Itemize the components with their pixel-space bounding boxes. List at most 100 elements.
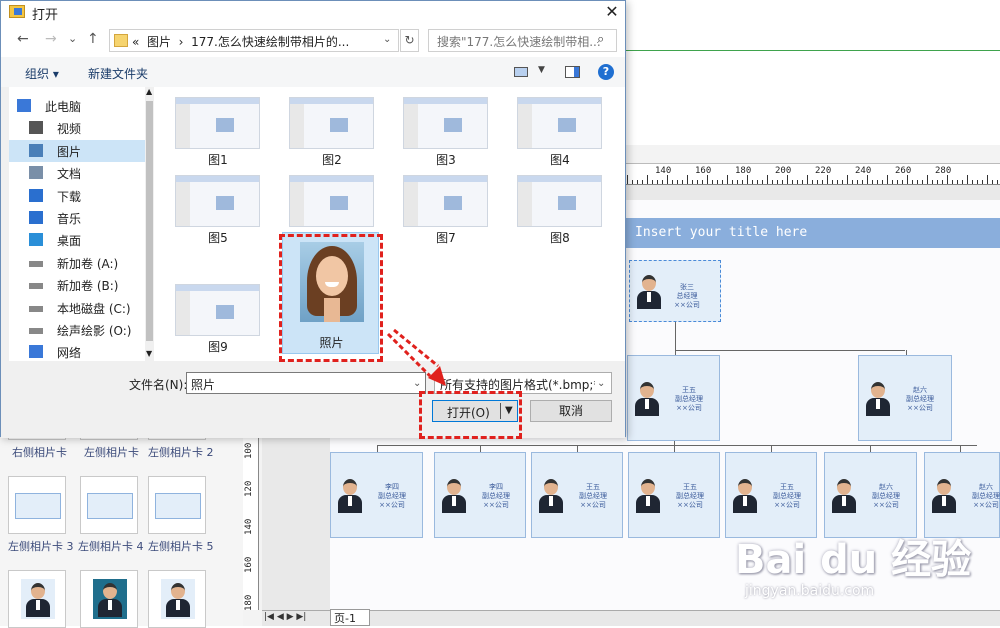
up-arrow-icon[interactable]: ↑ [87,31,99,47]
shape-thumbnail[interactable] [80,476,138,534]
nav-item[interactable]: 图片 [9,139,145,162]
preview-pane-icon[interactable] [565,66,580,78]
music-icon [29,211,43,224]
file-thumbnail [175,97,260,149]
file-name-label: 图9 [208,340,228,354]
ruler-tick [922,180,923,184]
breadcrumb-separator[interactable]: › [179,35,184,49]
recent-dropdown-icon[interactable]: ⌄ [68,32,77,45]
nav-item[interactable]: 下载 [9,185,145,207]
breadcrumb-prefix[interactable]: « [132,35,139,49]
card-text: 李四 副总经理 ××公司 [367,483,417,510]
drive-icon [29,305,43,312]
org-card[interactable]: 赵六 副总经理 ××公司 [824,452,917,538]
ruler-label: 160 [695,166,712,176]
org-card[interactable]: 王五 副总经理 ××公司 [531,452,623,538]
shape-thumbnail[interactable] [80,570,138,628]
filetype-dropdown-icon[interactable]: ⌄ [597,378,752,389]
view-dropdown-icon[interactable]: ▼ [538,65,545,75]
card-name: 王五 [780,483,794,491]
nav-item[interactable]: 文档 [9,162,145,184]
org-card[interactable]: 王五 副总经理 ××公司 [628,452,720,538]
shape-thumbnail[interactable] [148,570,206,628]
back-arrow-icon[interactable]: ← [17,31,29,47]
ruler-tick [742,180,743,184]
shape-thumbnail[interactable] [8,476,66,534]
org-card[interactable]: 李四 副总经理 ××公司 [434,452,526,538]
cancel-button[interactable]: 取消 [530,400,612,422]
nav-item[interactable]: 此电脑 [0,95,133,117]
file-thumbnail [517,97,602,149]
file-item[interactable]: 图5 [154,165,268,245]
search-icon[interactable]: ⌕ [597,32,604,47]
nav-item[interactable]: 视频 [9,117,145,139]
org-card[interactable]: 赵六 副总经理 ××公司 [924,452,1000,538]
org-card[interactable]: 王五 副总经理 ××公司 [725,452,817,538]
nav-item[interactable]: 本地磁盘 (C:) [9,297,145,319]
app-divider [625,50,1000,51]
close-button[interactable]: ✕ [599,1,625,23]
shape-thumbnail[interactable] [148,476,206,534]
refresh-icon[interactable]: ↻ [400,29,419,52]
file-item[interactable]: 图8 [496,165,610,245]
card-role: 副总经理 [675,395,703,403]
nav-scroll-thumb[interactable] [146,101,153,341]
org-card[interactable]: 张三 总经理 ××公司 [629,260,721,322]
file-item[interactable]: 图4 [496,87,610,167]
shape-thumbnail[interactable] [8,570,66,628]
org-card[interactable]: 王五 副总经理 ××公司 [627,355,720,441]
card-role: 副总经理 [972,492,1000,500]
org-card[interactable]: 赵六 副总经理 ××公司 [858,355,952,441]
nav-item[interactable]: 音乐 [9,207,145,229]
ruler-tick [747,175,748,184]
card-text: 赵六 副总经理 ××公司 [961,483,1000,510]
ruler-tick [637,180,638,184]
breadcrumb-pictures[interactable]: 图片 [147,35,171,49]
address-bar[interactable]: « 图片 › 177.怎么快速绘制带相片的... ⌄ [109,29,399,52]
view-options-icon[interactable] [514,67,528,77]
file-item[interactable]: 图3 [382,87,496,167]
download-icon [29,188,43,202]
file-thumbnail [289,97,374,149]
nav-item[interactable]: 绘声绘影 (O:) [9,319,145,341]
nav-item[interactable]: 桌面 [9,229,145,251]
file-item[interactable]: 图7 [382,165,496,245]
search-input[interactable]: 搜索"177.怎么快速绘制带相... ⌕ [428,29,617,52]
organize-button[interactable]: 组织 ▾ [25,65,59,82]
person-avatar-icon [335,477,365,513]
ruler-tick [967,175,968,184]
new-folder-button[interactable]: 新建文件夹 [88,65,148,82]
dialog-titlebar[interactable]: 打开 ✕ [1,1,625,23]
vruler-label: 100 [244,442,254,459]
help-icon[interactable]: ? [598,64,614,80]
vruler-label: 140 [244,518,254,535]
canvas-title[interactable]: Insert your title here [625,218,1000,248]
file-item[interactable]: 图1 [154,87,268,167]
card-company: ××公司 [580,501,606,509]
address-dropdown-icon[interactable]: ⌄ [383,34,391,45]
ruler-tick [817,180,818,184]
nav-item[interactable]: 新加卷 (A:) [9,252,145,274]
video-icon [29,121,43,135]
file-item[interactable]: 图9 [154,274,268,354]
ruler-tick [717,180,718,184]
breadcrumb-folder[interactable]: 177.怎么快速绘制带相片的... [191,35,349,49]
dialog-title: 打开 [32,8,59,23]
horizontal-ruler: 140 160 180 200 220 240 260 280 [625,163,1000,185]
page-tab[interactable]: 页-1 [330,609,370,626]
person-avatar-icon [929,477,959,513]
ruler-tick [887,175,888,184]
breadcrumb: « 图片 › 177.怎么快速绘制带相片的... [132,33,349,50]
nav-scrollbar[interactable]: ▲ ▼ [145,87,154,361]
scroll-up-icon[interactable]: ▲ [146,87,152,96]
file-item[interactable]: 图6 [268,165,382,245]
org-card[interactable]: 李四 副总经理 ××公司 [330,452,423,538]
nav-item[interactable]: 新加卷 (B:) [9,274,145,296]
ruler-tick [732,180,733,184]
scroll-down-icon[interactable]: ▼ [146,349,152,358]
page-nav-arrows-icon[interactable]: |◀ ◀ ▶ ▶| [264,612,306,622]
file-thumbnail [403,97,488,149]
file-item[interactable]: 图2 [268,87,382,167]
forward-arrow-icon[interactable]: → [45,31,57,47]
network-icon [29,345,43,359]
